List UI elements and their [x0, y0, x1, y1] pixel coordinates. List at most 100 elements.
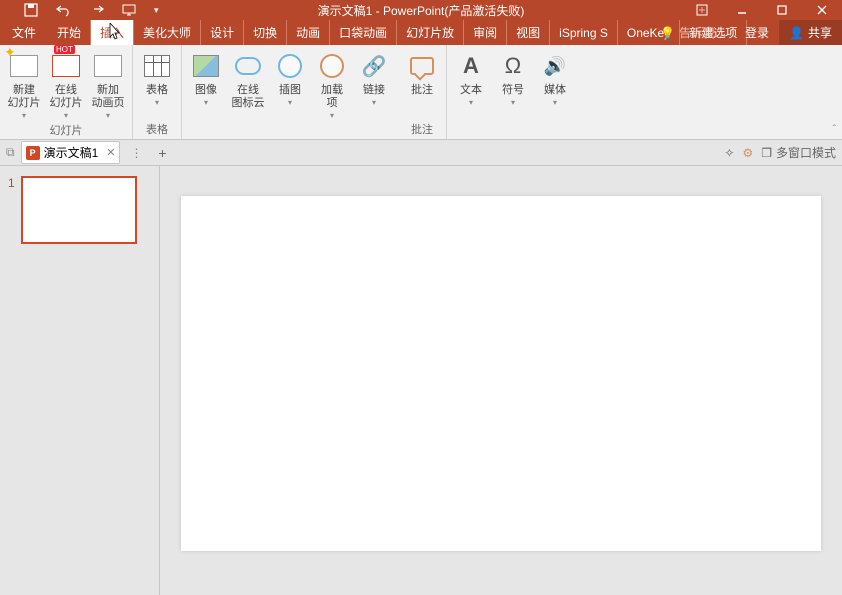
maximize-button[interactable]	[762, 0, 802, 20]
new-anim-page-label: 新加 动画页	[92, 84, 125, 110]
tab-design[interactable]: 设计	[201, 20, 244, 45]
multi-window-label: 多窗口模式	[776, 144, 836, 161]
symbol-button[interactable]: Ω 符号 ▾	[493, 47, 533, 123]
image-button[interactable]: 图像 ▾	[186, 47, 226, 123]
comment-button[interactable]: 批注	[402, 47, 442, 119]
anim-page-icon	[94, 55, 122, 77]
tab-ispring[interactable]: iSpring S	[550, 20, 618, 45]
group-images: 图像 ▾ 在线 图标云 插图 ▾ 加载 项 ▾ 🔗 链接 ▾	[182, 45, 398, 139]
group-slides: ✦ 新建 幻灯片 ▾ HOT 在线 幻灯片 ▾ 新加 动画页 ▾ 幻灯片	[0, 45, 133, 139]
close-button[interactable]	[802, 0, 842, 20]
tell-me-placeholder: 告诉我…	[679, 24, 727, 41]
tab-beautify[interactable]: 美化大师	[134, 20, 201, 45]
powerpoint-file-icon: P	[26, 146, 40, 160]
illustration-label: 插图	[279, 84, 301, 97]
multi-window-icon: ❐	[761, 146, 772, 160]
addin-icon	[320, 54, 344, 78]
dropdown-icon: ▾	[64, 111, 68, 120]
dropdown-icon: ▾	[288, 98, 292, 107]
start-slideshow-icon[interactable]	[122, 3, 136, 17]
online-slide-button[interactable]: HOT 在线 幻灯片 ▾	[46, 47, 86, 120]
dropdown-icon: ▾	[553, 98, 557, 107]
document-tab[interactable]: P 演示文稿1 ✕	[21, 141, 121, 164]
close-tab-icon[interactable]: ✕	[106, 146, 115, 159]
ribbon-tabs: 文件 开始 插入 美化大师 设计 切换 动画 口袋动画 幻灯片放 审阅 视图 i…	[0, 20, 842, 45]
new-tab-button[interactable]: +	[152, 143, 172, 163]
nav-pin-icon[interactable]: ✧	[724, 146, 734, 160]
online-slide-label: 在线 幻灯片	[50, 84, 83, 110]
tab-insert[interactable]: 插入	[91, 20, 134, 45]
undo-icon[interactable]	[56, 3, 72, 17]
table-icon	[144, 55, 170, 77]
image-icon	[193, 55, 219, 77]
dropdown-icon: ▾	[511, 98, 515, 107]
online-icons-label: 在线 图标云	[232, 84, 265, 110]
tell-me-search[interactable]: 💡 告诉我…	[652, 24, 735, 41]
text-label: 文本	[460, 84, 482, 97]
tab-slideshow[interactable]: 幻灯片放	[397, 20, 464, 45]
share-icon: 👤	[789, 26, 804, 40]
tab-home[interactable]: 开始	[48, 20, 91, 45]
symbol-icon: Ω	[505, 53, 521, 79]
login-button[interactable]: 登录	[735, 24, 779, 41]
share-label: 共享	[808, 24, 832, 41]
ribbon-options-icon[interactable]	[682, 0, 722, 20]
multi-window-button[interactable]: ❐ 多窗口模式	[761, 144, 836, 161]
settings-gear-icon[interactable]: ⚙	[742, 146, 753, 160]
tab-file[interactable]: 文件	[0, 20, 48, 45]
slide-number: 1	[8, 176, 15, 244]
document-tabs: ⧉ P 演示文稿1 ✕ ⋮ + ✧ ⚙ ❐ 多窗口模式	[0, 140, 842, 166]
title-bar: ▾ 演示文稿1 - PowerPoint(产品激活失败)	[0, 0, 842, 20]
tab-options-icon[interactable]: ⋮	[126, 146, 146, 160]
addins-button[interactable]: 加载 项 ▾	[312, 47, 352, 123]
dropdown-icon: ▾	[330, 111, 334, 120]
media-label: 媒体	[544, 84, 566, 97]
link-icon: 🔗	[362, 54, 387, 79]
group-tables-label: 表格	[137, 119, 177, 139]
online-slide-icon	[52, 55, 80, 77]
save-icon[interactable]	[24, 3, 38, 17]
dropdown-icon: ▾	[22, 111, 26, 120]
group-comments-label: 批注	[402, 119, 442, 139]
share-button[interactable]: 👤 共享	[779, 20, 842, 45]
qat-dropdown-icon[interactable]: ▾	[154, 5, 159, 16]
slide-thumbnails-panel[interactable]: 1	[0, 166, 160, 595]
slide-canvas-area[interactable]	[160, 166, 842, 595]
new-slide-label: 新建 幻灯片	[8, 84, 41, 110]
collapse-ribbon-icon[interactable]: ˆ	[833, 124, 836, 135]
text-button[interactable]: A 文本 ▾	[451, 47, 491, 123]
comment-label: 批注	[411, 84, 433, 97]
tab-view[interactable]: 视图	[507, 20, 550, 45]
tab-animations[interactable]: 动画	[287, 20, 330, 45]
links-button[interactable]: 🔗 链接 ▾	[354, 47, 394, 123]
online-icons-button[interactable]: 在线 图标云	[228, 47, 268, 123]
tab-review[interactable]: 审阅	[464, 20, 507, 45]
outline-view-icon[interactable]: ⧉	[6, 145, 15, 160]
bulb-icon: 💡	[660, 26, 675, 40]
tab-transitions[interactable]: 切换	[244, 20, 287, 45]
new-anim-page-button[interactable]: 新加 动画页 ▾	[88, 47, 128, 120]
symbol-label: 符号	[502, 84, 524, 97]
document-tab-name: 演示文稿1	[44, 144, 99, 161]
dropdown-icon: ▾	[155, 98, 159, 107]
media-icon: 🔊	[544, 56, 566, 77]
group-tables: 表格 ▾ 表格	[133, 45, 182, 139]
hot-badge: HOT	[54, 45, 75, 54]
text-icon: A	[463, 53, 479, 79]
image-label: 图像	[195, 84, 217, 97]
minimize-button[interactable]	[722, 0, 762, 20]
redo-icon[interactable]	[90, 3, 104, 17]
slide-canvas[interactable]	[181, 196, 821, 551]
new-slide-button[interactable]: ✦ 新建 幻灯片 ▾	[4, 47, 44, 120]
table-button[interactable]: 表格 ▾	[137, 47, 177, 119]
dropdown-icon: ▾	[106, 111, 110, 120]
dropdown-icon: ▾	[204, 98, 208, 107]
illustration-button[interactable]: 插图 ▾	[270, 47, 310, 123]
slide-thumbnail[interactable]	[21, 176, 137, 244]
workspace: 1	[0, 166, 842, 595]
ribbon: ✦ 新建 幻灯片 ▾ HOT 在线 幻灯片 ▾ 新加 动画页 ▾ 幻灯片 表格	[0, 45, 842, 140]
group-slides-label: 幻灯片	[4, 120, 128, 140]
media-button[interactable]: 🔊 媒体 ▾	[535, 47, 575, 123]
links-label: 链接	[363, 84, 385, 97]
tab-pocket-anim[interactable]: 口袋动画	[330, 20, 397, 45]
